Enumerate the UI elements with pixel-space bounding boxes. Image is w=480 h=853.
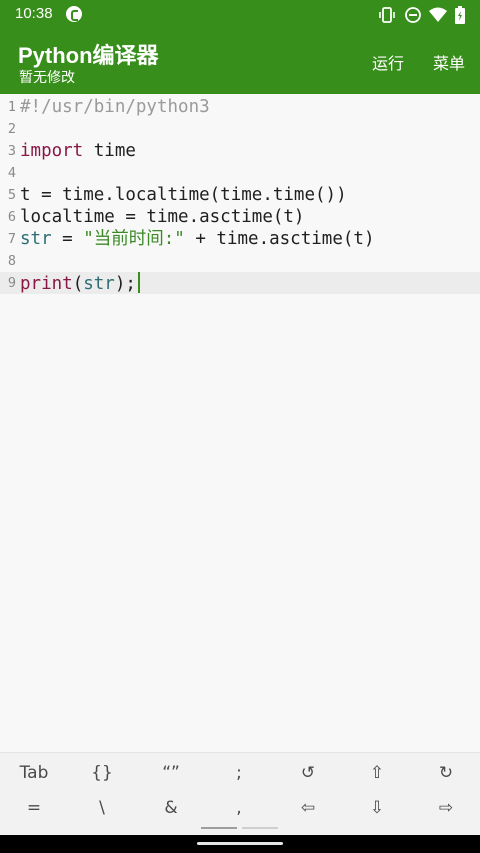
text-cursor: [137, 272, 140, 293]
code-text: );: [114, 274, 136, 294]
code-line[interactable]: 5 t = time.localtime(time.time()): [0, 184, 480, 206]
app-subtitle: 暂无修改: [19, 69, 75, 85]
line-number: 8: [7, 253, 16, 269]
status-bar: 10:38: [0, 0, 480, 30]
code-text: (: [72, 274, 84, 294]
line-number: 7: [7, 231, 16, 247]
status-icons: [378, 5, 468, 25]
wifi-icon: [429, 7, 447, 22]
semicolon-key[interactable]: ;: [205, 755, 273, 791]
code-line[interactable]: 8: [0, 250, 480, 272]
cursor-left-key[interactable]: ⇦: [274, 790, 342, 826]
page-indicator-active: [201, 827, 237, 829]
code-editor[interactable]: 1 #!/usr/bin/python3 2 3 import time 4 5…: [0, 94, 480, 752]
line-number: 2: [7, 121, 16, 137]
code-text: t = time.localtime(time.time()): [20, 185, 347, 205]
symbol-keyboard: Tab {} “” ; ↺ ⇧ ↻ = \ & , ⇦ ⇩ ⇨: [0, 752, 480, 835]
code-comment: #!/usr/bin/python3: [20, 97, 210, 117]
code-builtin: str: [83, 274, 115, 294]
cursor-right-key[interactable]: ⇨: [412, 790, 480, 826]
equals-key[interactable]: =: [0, 790, 68, 826]
line-number: 1: [7, 99, 16, 115]
undo-key[interactable]: ↺: [274, 755, 342, 791]
vibrate-icon: [379, 7, 395, 23]
menu-button[interactable]: 菜单: [433, 50, 465, 74]
status-time: 10:38: [15, 5, 53, 22]
code-line[interactable]: 3 import time: [0, 140, 480, 162]
code-text: =: [51, 229, 84, 249]
code-line[interactable]: 1 #!/usr/bin/python3: [0, 96, 480, 118]
ampersand-key[interactable]: &: [137, 790, 205, 826]
tab-key[interactable]: Tab: [0, 755, 68, 791]
braces-key[interactable]: {}: [68, 755, 136, 791]
do-not-disturb-icon: [405, 7, 421, 23]
code-text: localtime = time.asctime(t): [20, 207, 305, 227]
code-line[interactable]: 4: [0, 162, 480, 184]
code-keyword: print: [20, 274, 73, 294]
system-nav-bar: [0, 835, 480, 853]
cursor-down-key[interactable]: ⇩: [343, 790, 411, 826]
code-string: "当前时间:": [83, 229, 185, 249]
shift-up-key[interactable]: ⇧: [343, 755, 411, 791]
run-button[interactable]: 运行: [372, 50, 404, 74]
app-notification-icon: [66, 6, 82, 22]
battery-icon: [455, 6, 465, 24]
line-number: 9: [7, 275, 16, 291]
code-line[interactable]: 2: [0, 118, 480, 140]
page-indicator: [242, 827, 278, 829]
code-line[interactable]: 7 str = "当前时间:" + time.asctime(t): [0, 228, 480, 250]
comma-key[interactable]: ,: [205, 790, 273, 826]
code-line[interactable]: 6 localtime = time.asctime(t): [0, 206, 480, 228]
home-gesture-handle[interactable]: [197, 842, 283, 845]
app-title: Python编译器: [18, 43, 159, 68]
code-text: time: [83, 141, 136, 161]
line-number: 4: [7, 165, 16, 181]
backslash-key[interactable]: \: [68, 790, 136, 826]
line-number: 5: [7, 187, 16, 203]
code-line-active[interactable]: 9 print(str);: [0, 272, 480, 294]
code-keyword: import: [20, 141, 84, 161]
code-builtin: str: [20, 229, 52, 249]
line-number: 3: [7, 143, 16, 159]
line-number: 6: [7, 209, 16, 225]
redo-key[interactable]: ↻: [412, 755, 480, 791]
top-app-area: 10:38 Python编译器 暂无修改 运行 菜单: [0, 0, 480, 94]
code-text: + time.asctime(t): [184, 229, 375, 249]
quotes-key[interactable]: “”: [137, 755, 205, 791]
